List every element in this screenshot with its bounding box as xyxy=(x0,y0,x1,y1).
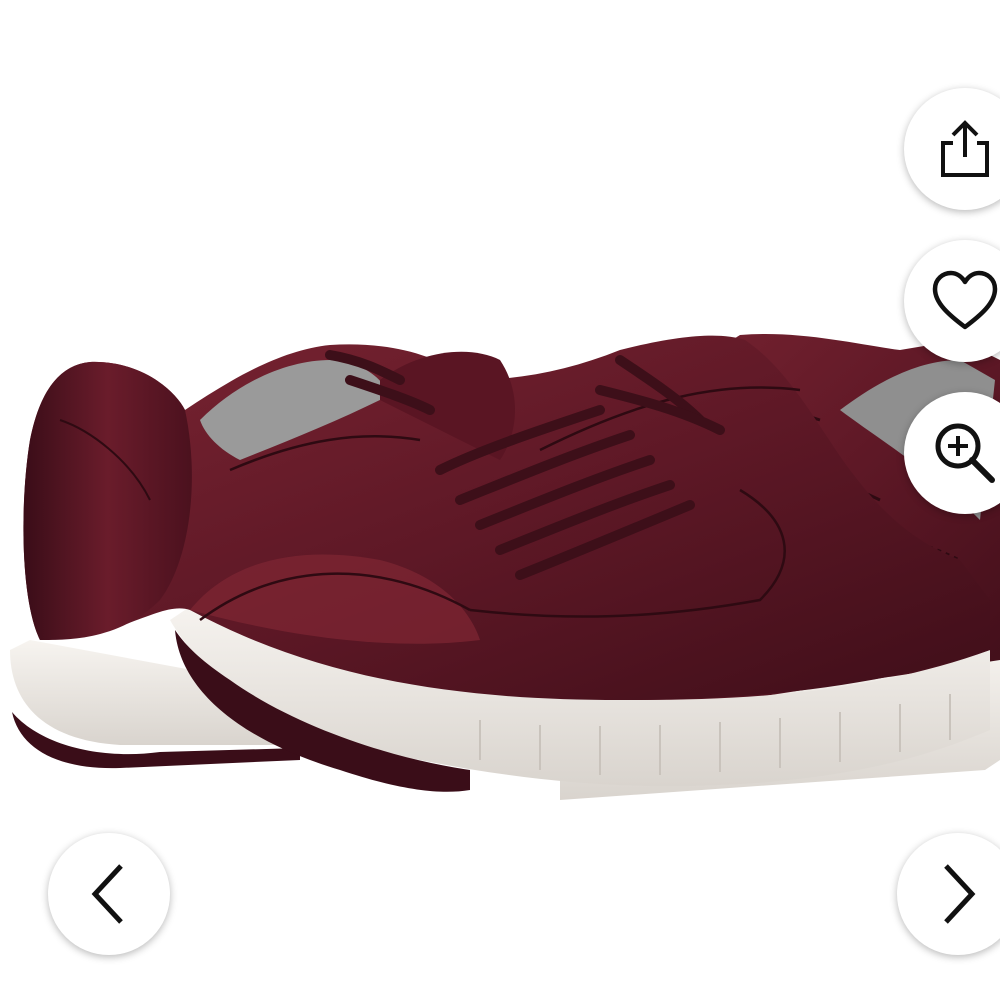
zoom-in-icon xyxy=(935,423,995,483)
share-icon xyxy=(941,120,989,177)
previous-image-button[interactable] xyxy=(48,833,170,955)
heart-icon xyxy=(932,270,998,330)
chevron-left-icon xyxy=(91,864,123,924)
chevron-right-icon xyxy=(944,864,976,924)
product-image-viewer xyxy=(0,0,1000,1000)
